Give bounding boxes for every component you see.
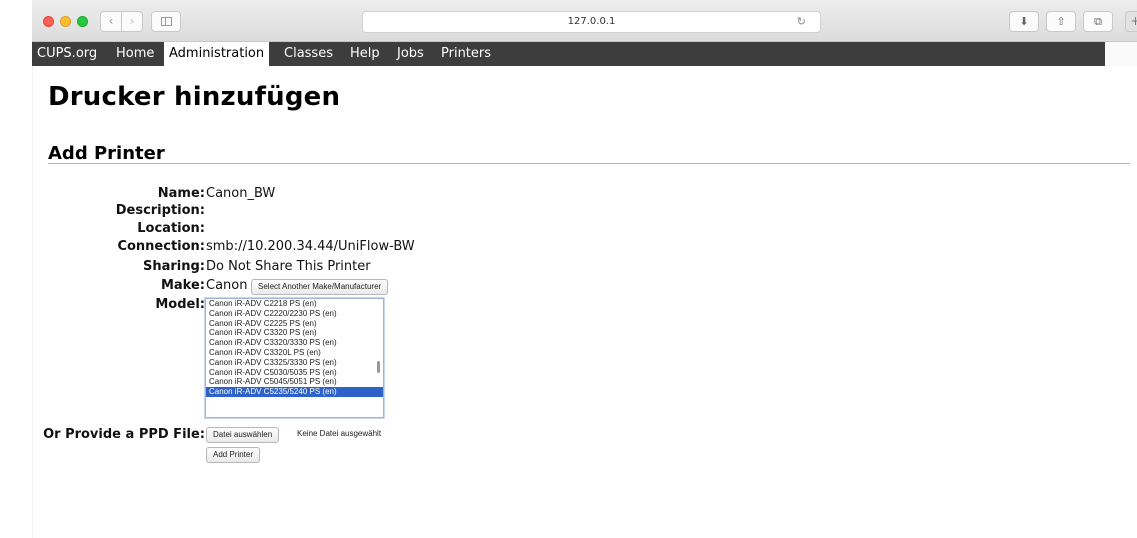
- select-make-button[interactable]: Select Another Make/Manufacturer: [251, 279, 389, 295]
- connection-label: Connection:: [117, 239, 205, 254]
- sharing-value: Do Not Share This Printer: [206, 259, 371, 274]
- back-button[interactable]: ‹: [100, 11, 122, 32]
- model-option[interactable]: Canon iR-ADV C3325/3330 PS (en): [206, 358, 383, 368]
- zoom-window-button[interactable]: [77, 16, 88, 27]
- page-border: [32, 66, 33, 538]
- address-bar[interactable]: 127.0.0.1 ↻: [362, 11, 821, 33]
- nav-printers[interactable]: Printers: [436, 42, 496, 66]
- choose-file-button[interactable]: Datei auswählen: [206, 427, 280, 443]
- model-option-selected[interactable]: Canon iR-ADV C5235/5240 PS (en): [206, 387, 383, 397]
- name-value: Canon_BW: [206, 186, 276, 201]
- sharing-label: Sharing:: [142, 259, 205, 274]
- name-label: Name:: [157, 186, 205, 201]
- download-icon: ⬇: [1019, 15, 1029, 28]
- description-label: Description:: [115, 203, 205, 218]
- nav-jobs[interactable]: Jobs: [392, 42, 429, 66]
- nav-cups-org[interactable]: CUPS.org: [32, 42, 102, 66]
- model-option[interactable]: Canon iR-ADV C5045/5051 PS (en): [206, 377, 383, 387]
- model-option[interactable]: Canon iR-ADV C2218 PS (en): [206, 299, 383, 309]
- model-option[interactable]: Canon iR-ADV C3320 PS (en): [206, 328, 383, 338]
- new-tab-button[interactable]: +: [1125, 11, 1137, 32]
- reload-icon[interactable]: ↻: [797, 12, 806, 32]
- share-icon: ⇧: [1056, 15, 1066, 28]
- close-window-button[interactable]: [43, 16, 54, 27]
- model-option[interactable]: Canon iR-ADV C2225 PS (en): [206, 319, 383, 329]
- share-button[interactable]: ⇧: [1046, 11, 1076, 32]
- model-select[interactable]: Canon iR-ADV C2218 PS (en) Canon iR-ADV …: [205, 298, 384, 418]
- forward-button[interactable]: ›: [121, 11, 143, 32]
- model-option[interactable]: Canon iR-ADV C3320L PS (en): [206, 348, 383, 358]
- chevron-right-icon: ›: [129, 14, 135, 28]
- browser-toolbar: ‹ › 127.0.0.1 ↻ ⬇ ⇧ ⧉ +: [32, 0, 1137, 42]
- model-option[interactable]: Canon iR-ADV C2220/2230 PS (en): [206, 309, 383, 319]
- add-printer-button[interactable]: Add Printer: [206, 447, 261, 463]
- make-label: Make:: [160, 278, 205, 293]
- tabs-icon: ⧉: [1094, 15, 1102, 28]
- connection-value: smb://10.200.34.44/UniFlow-BW: [206, 239, 415, 254]
- nav-administration[interactable]: Administration: [164, 42, 270, 66]
- downloads-button[interactable]: ⬇: [1009, 11, 1039, 32]
- model-scrollbar[interactable]: [376, 301, 381, 416]
- nav-help[interactable]: Help: [345, 42, 385, 66]
- section-divider: [48, 163, 1130, 164]
- nav-home[interactable]: Home: [111, 42, 159, 66]
- show-tabs-button[interactable]: ⧉: [1083, 11, 1113, 32]
- model-option[interactable]: Canon iR-ADV C5030/5035 PS (en): [206, 368, 383, 378]
- page-title: Drucker hinzufügen: [48, 82, 341, 112]
- url-text: 127.0.0.1: [567, 16, 616, 27]
- model-option[interactable]: Canon iR-ADV C3320/3330 PS (en): [206, 338, 383, 348]
- scroll-thumb[interactable]: [377, 361, 380, 373]
- nav-classes[interactable]: Classes: [279, 42, 338, 66]
- location-label: Location:: [137, 221, 205, 236]
- cups-navbar: CUPS.org Home Administration Classes Hel…: [32, 42, 1105, 66]
- plus-icon: +: [1130, 14, 1137, 28]
- ppd-label: Or Provide a PPD File:: [43, 427, 205, 442]
- sidebar-toggle-button[interactable]: [151, 11, 181, 32]
- model-label: Model:: [155, 297, 205, 312]
- minimize-window-button[interactable]: [60, 16, 71, 27]
- make-value: Canon: [206, 278, 248, 293]
- chevron-left-icon: ‹: [108, 14, 114, 28]
- section-title: Add Printer: [48, 143, 165, 164]
- navbar-tail: [1105, 42, 1137, 66]
- no-file-text: Keine Datei ausgewählt: [297, 429, 382, 438]
- sidebar-icon: [161, 17, 172, 26]
